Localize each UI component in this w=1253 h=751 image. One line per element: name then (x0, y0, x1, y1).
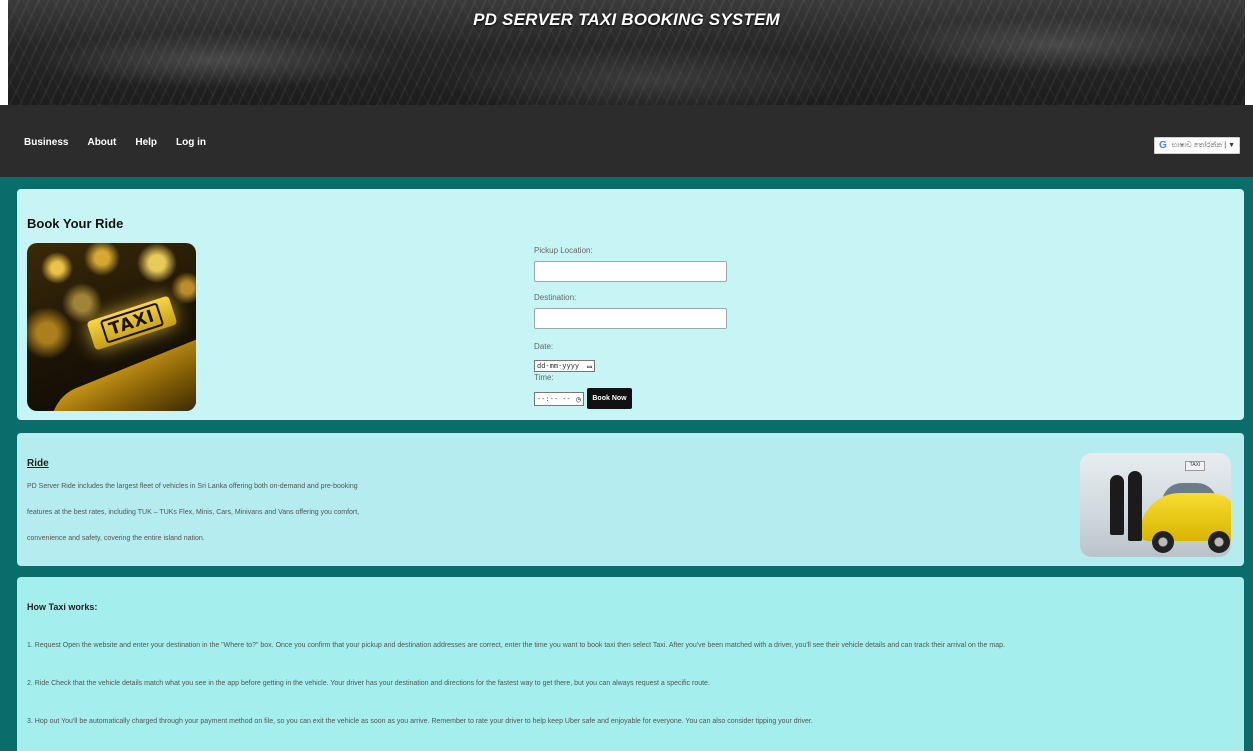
booking-card: Book Your Ride TAXI Pickup Location: Des… (17, 189, 1244, 420)
chevron-down-icon: | ▼ (1224, 142, 1235, 149)
language-selector[interactable]: G භාෂාව තෝරන්න | ▼ (1154, 137, 1240, 154)
site-title: PD SERVER TAXI BOOKING SYSTEM (473, 10, 780, 29)
header-banner: PD SERVER TAXI BOOKING SYSTEM (0, 0, 1253, 105)
nav-business[interactable]: Business (24, 137, 68, 148)
ride-description-line: convenience and safety, covering the ent… (27, 535, 205, 542)
calendar-icon: ▭ (587, 361, 592, 371)
how-step: 1. Request Open the website and enter yo… (27, 642, 1005, 649)
taxi-roof-sign: TAXI (1185, 461, 1205, 471)
google-g-icon: G (1159, 140, 1167, 151)
taxi-sign-image: TAXI (27, 243, 196, 411)
how-step: 3. Hop out You'll be automatically charg… (27, 718, 813, 725)
date-input[interactable]: dd-mm-yyyy ▭ (534, 360, 595, 372)
how-step: 2. Ride Check that the vehicle details m… (27, 680, 710, 687)
how-it-works-card: How Taxi works: 1. Request Open the webs… (17, 577, 1244, 751)
time-label: Time: (534, 373, 554, 382)
nav-about[interactable]: About (87, 137, 116, 148)
taxi-sign-graphic: TAXI (86, 295, 178, 351)
pickup-label: Pickup Location: (534, 246, 593, 255)
ride-title[interactable]: Ride (27, 458, 49, 469)
wheel-graphic (1208, 531, 1230, 553)
date-label: Date: (534, 342, 554, 351)
person-graphic (1128, 471, 1142, 541)
nav-help[interactable]: Help (135, 137, 157, 148)
how-it-works-title: How Taxi works: (27, 602, 98, 612)
person-graphic (1110, 475, 1124, 535)
nav-links: Business About Help Log in (24, 137, 225, 148)
navbar: Business About Help Log in G භාෂාව තෝරන්… (0, 105, 1253, 177)
destination-input[interactable] (534, 308, 727, 329)
ride-card: Ride PD Server Ride includes the largest… (17, 433, 1244, 566)
ride-description-line: features at the best rates, including TU… (27, 509, 360, 516)
destination-label: Destination: (534, 293, 577, 302)
wheel-graphic (1152, 531, 1174, 553)
booking-title: Book Your Ride (27, 216, 124, 231)
nav-login[interactable]: Log in (176, 137, 206, 148)
taxi-passengers-image: TAXI (1080, 453, 1231, 557)
ride-description-line: PD Server Ride includes the largest flee… (27, 483, 358, 490)
pickup-input[interactable] (534, 261, 727, 282)
language-selector-label: භාෂාව තෝරන්න (1171, 141, 1222, 149)
book-now-button[interactable]: Book Now (587, 388, 632, 409)
clock-icon: ◷ (576, 394, 581, 404)
time-input[interactable]: --:-- -- ◷ (534, 392, 584, 406)
